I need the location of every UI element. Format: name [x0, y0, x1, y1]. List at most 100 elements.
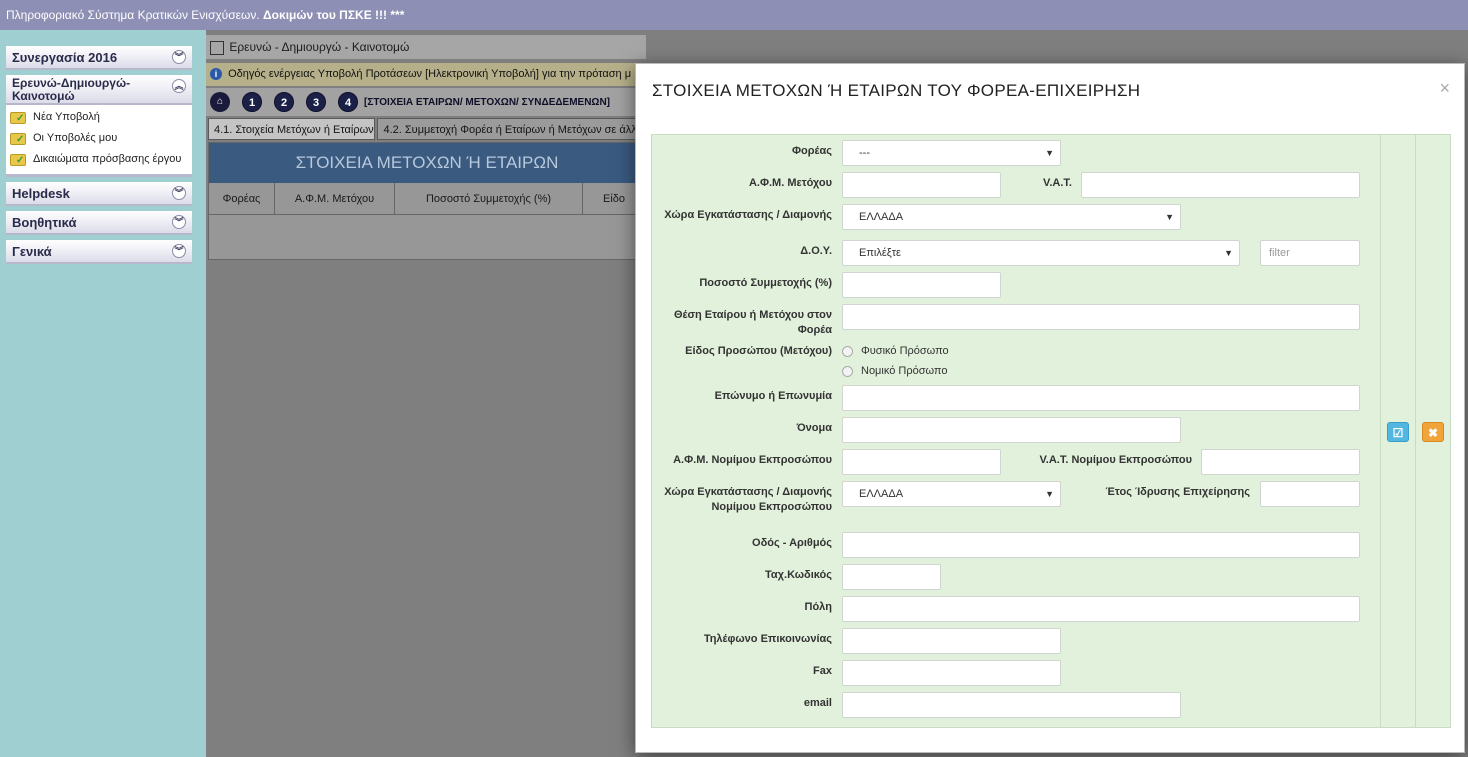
sidebar-item-my-submissions[interactable]: Οι Υποβολές μου	[10, 128, 192, 150]
radio-label: Νομικό Πρόσωπο	[861, 365, 948, 377]
sidebar-item-access-rights[interactable]: Δικαιώματα πρόσβασης έργου	[10, 149, 192, 171]
save-button[interactable]: ☑	[1387, 422, 1409, 442]
page-title-bar: Ερευνώ - Δημιουργώ - Καινοτομώ	[206, 35, 646, 59]
foreas-label: Φορέας	[792, 145, 832, 157]
vat-input[interactable]	[1081, 172, 1360, 198]
afm-label: Α.Φ.Μ. Μετόχου	[748, 177, 832, 189]
folder-icon	[10, 108, 26, 129]
position-input[interactable]	[842, 304, 1360, 330]
folder-icon	[10, 150, 26, 171]
sidebar-item-label: Οι Υποβολές μου	[33, 132, 118, 144]
person-type-label: Είδος Προσώπου (Μετόχου)	[685, 345, 832, 357]
info-bar: i Οδηγός ενέργειας Υποβολή Προτάσεων [Ηλ…	[206, 63, 646, 86]
folder-icon	[10, 129, 26, 150]
country-select[interactable]: ΕΛΛΑΔΑ ▼	[842, 204, 1181, 230]
radio-label: Φυσικό Πρόσωπο	[861, 345, 949, 357]
phone-input[interactable]	[842, 628, 1061, 654]
close-icon[interactable]: ×	[1439, 78, 1450, 99]
edit-check-icon: ☑	[1392, 426, 1404, 440]
fax-input[interactable]	[842, 660, 1061, 686]
caret-down-icon: ▼	[1045, 489, 1054, 499]
sidebar-item-label: Νέα Υποβολή	[33, 111, 100, 123]
sidebar-item-new-submission[interactable]: Νέα Υποβολή	[10, 107, 192, 129]
legal-vat-label: V.A.T. Νομίμου Εκπροσώπου	[1039, 454, 1192, 466]
doy-label: Δ.Ο.Υ.	[800, 245, 832, 257]
step-4-button[interactable]: 4	[338, 92, 358, 112]
accordion-genika[interactable]: Γενικά ︾	[6, 240, 192, 264]
tab-strip: 4.1. Στοιχεία Μετόχων ή Εταίρων 4.2. Συμ…	[206, 118, 646, 142]
top-bar: Πληροφοριακό Σύστημα Κρατικών Ενισχύσεων…	[0, 0, 1468, 30]
panel-title: ΣΤΟΙΧΕΙΑ ΜΕΤΟΧΩΝ Ή ΕΤΑΙΡΩΝ	[209, 143, 645, 183]
modal-title: ΣΤΟΙΧΕΙΑ ΜΕΤΟΧΩΝ Ή ΕΤΑΙΡΩΝ ΤΟΥ ΦΟΡΕΑ-ΕΠΙ…	[652, 81, 1141, 100]
percent-label: Ποσοστό Συμμετοχής (%)	[699, 277, 832, 289]
doy-select[interactable]: Επιλέξτε ▼	[842, 240, 1240, 266]
foreas-select[interactable]: --- ▼	[842, 140, 1061, 166]
fax-label: Fax	[813, 665, 832, 677]
column-header[interactable]: Α.Φ.Μ. Μετόχου	[275, 183, 395, 214]
accordion-body: Νέα Υποβολή Οι Υποβολές μου Δικαιώματα π…	[6, 105, 192, 177]
step-bar: ⌂ 1 2 3 4 [ΣΤΟΙΧΕΙΑ ΕΤΑΙΡΩΝ/ ΜΕΤΟΧΩΝ/ ΣΥ…	[206, 88, 646, 116]
surname-label: Επώνυμο ή Επωνυμία	[714, 390, 832, 402]
name-input[interactable]	[842, 417, 1181, 443]
system-title: Πληροφοριακό Σύστημα Κρατικών Ενισχύσεων…	[6, 8, 260, 22]
delete-button[interactable]: ✖	[1422, 422, 1444, 442]
percent-input[interactable]	[842, 272, 1001, 298]
tab-participation[interactable]: 4.2. Συμμετοχή Φορέα ή Εταίρων ή Μετόχων…	[377, 118, 646, 140]
email-input[interactable]	[842, 692, 1181, 718]
name-label: Όνομα	[796, 422, 832, 434]
legal-person-radio[interactable]: Νομικό Πρόσωπο	[842, 365, 947, 377]
legal-afm-input[interactable]	[842, 449, 1001, 475]
shareholders-panel: ΣΤΟΙΧΕΙΑ ΜΕΤΟΧΩΝ Ή ΕΤΑΙΡΩΝ Φορέας Α.Φ.Μ.…	[208, 142, 646, 260]
step-3-button[interactable]: 3	[306, 92, 326, 112]
column-header[interactable]: Φορέας	[209, 183, 275, 214]
shareholder-form: Φορέας --- ▼ Α.Φ.Μ. Μετόχου V.A.T. Χώρα …	[651, 134, 1451, 728]
x-icon: ✖	[1427, 426, 1439, 440]
zip-label: Ταχ.Κωδικός	[765, 569, 832, 581]
accordion-label: Γενικά	[12, 244, 52, 259]
vat-label: V.A.T.	[1043, 177, 1072, 189]
doy-filter-input[interactable]	[1260, 240, 1360, 266]
column-divider	[1380, 135, 1381, 727]
legal-afm-label: Α.Φ.Μ. Νομίμου Εκπροσώπου	[673, 454, 832, 466]
caret-down-icon: ▼	[1045, 148, 1054, 158]
surname-input[interactable]	[842, 385, 1360, 411]
city-input[interactable]	[842, 596, 1360, 622]
accordion-helpdesk[interactable]: Helpdesk ︾	[6, 182, 192, 206]
foreas-value: ---	[859, 147, 870, 159]
founding-year-input[interactable]	[1260, 481, 1360, 507]
afm-input[interactable]	[842, 172, 1001, 198]
accordion-label: Helpdesk	[12, 186, 70, 201]
chevron-down-icon[interactable]: ︾	[172, 50, 186, 64]
sidebar: Συνεργασία 2016 ︾ Ερευνώ-Δημιουργώ-Καινο…	[0, 30, 206, 757]
accordion-voithitika[interactable]: Βοηθητικά ︾	[6, 211, 192, 235]
street-input[interactable]	[842, 532, 1360, 558]
sidebar-item-label: Δικαιώματα πρόσβασης έργου	[33, 153, 182, 165]
caret-down-icon: ▼	[1165, 212, 1174, 222]
natural-person-radio[interactable]: Φυσικό Πρόσωπο	[842, 345, 949, 357]
legal-country-select[interactable]: ΕΛΛΑΔΑ ▼	[842, 481, 1061, 507]
phone-label: Τηλέφωνο Επικοινωνίας	[703, 633, 832, 645]
chevron-down-icon[interactable]: ︾	[172, 186, 186, 200]
accordion-synergasia[interactable]: Συνεργασία 2016 ︾	[6, 46, 192, 70]
chevron-up-icon[interactable]: ︽	[172, 79, 186, 93]
radio-button[interactable]	[842, 345, 853, 357]
radio-button[interactable]	[842, 365, 853, 377]
column-header[interactable]: Ποσοστό Συμμετοχής (%)	[395, 183, 583, 214]
accordion-label: Ερευνώ-Δημιουργώ-Καινοτομώ	[12, 76, 131, 103]
zip-input[interactable]	[842, 564, 941, 590]
chevron-down-icon[interactable]: ︾	[172, 244, 186, 258]
step-label: [ΣΤΟΙΧΕΙΑ ΕΤΑΙΡΩΝ/ ΜΕΤΟΧΩΝ/ ΣΥΝΔΕΔΕΜΕΝΩΝ…	[364, 96, 611, 108]
step-2-button[interactable]: 2	[274, 92, 294, 112]
email-label: email	[803, 697, 832, 709]
founding-year-label: Έτος Ίδρυσης Επιχείρησης	[1105, 486, 1250, 498]
street-label: Οδός - Αριθμός	[752, 537, 832, 549]
column-divider	[1415, 135, 1416, 727]
step-1-button[interactable]: 1	[242, 92, 262, 112]
country-label: Χώρα Εγκατάστασης / Διαμονής	[664, 209, 832, 221]
chevron-down-icon[interactable]: ︾	[172, 215, 186, 229]
position-label: Θέση Εταίρου ή Μετόχου στον Φορέα	[673, 309, 832, 336]
legal-vat-input[interactable]	[1201, 449, 1360, 475]
tab-shareholders[interactable]: 4.1. Στοιχεία Μετόχων ή Εταίρων	[208, 118, 376, 140]
home-icon[interactable]: ⌂	[210, 92, 230, 112]
accordion-erevno[interactable]: Ερευνώ-Δημιουργώ-Καινοτομώ ︽	[6, 75, 192, 105]
